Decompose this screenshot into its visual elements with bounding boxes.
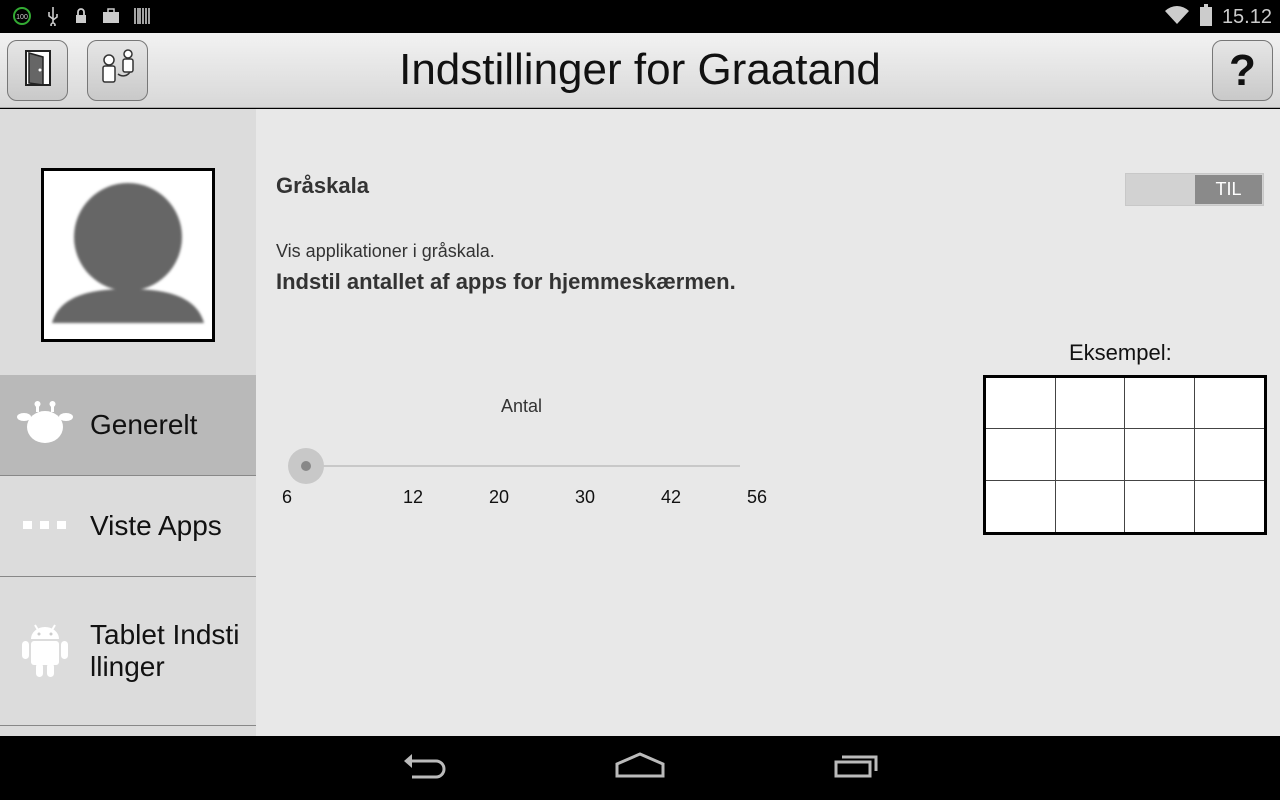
slider-label: Antal [501, 396, 543, 416]
switch-user-icon [98, 48, 138, 93]
example-cell [1125, 429, 1195, 481]
status-bar: 100 15.12 [0, 0, 1280, 33]
grayscale-title: Gråskala [276, 173, 369, 198]
example-cell [1195, 481, 1265, 532]
sidebar-item-tablet-indstillinger[interactable]: Tablet Indstillinger [0, 577, 256, 726]
android-icon [19, 619, 71, 684]
sidebar-item-label: Tablet Indstillinger [90, 619, 240, 682]
svg-text:100: 100 [16, 14, 28, 21]
briefcase-icon [102, 6, 120, 26]
page-title: Indstillinger for Graatand [399, 45, 881, 94]
example-grid [983, 375, 1267, 535]
sidebar: Generelt Viste Apps Tablet Indstillinger [0, 109, 256, 736]
exit-button[interactable] [7, 40, 68, 101]
wifi-icon [1164, 5, 1190, 30]
status-time: 15.12 [1221, 6, 1272, 28]
example-cell [986, 480, 1056, 532]
grayscale-toggle[interactable]: TIL [1125, 173, 1264, 206]
grayscale-description: Vis applikationer i gråskala. [276, 241, 495, 261]
tick-label: 20 [488, 487, 510, 507]
recent-apps-icon [832, 752, 880, 785]
help-button[interactable]: ? [1212, 40, 1273, 101]
tick-label: 42 [660, 487, 682, 507]
app-count-title: Indstil antallet af apps for hjemmeskærm… [276, 269, 736, 294]
sidebar-item-label: Generelt [90, 409, 198, 440]
back-button[interactable] [398, 750, 450, 786]
example-cell [1194, 378, 1264, 430]
home-icon [614, 751, 666, 785]
sidebar-item-generelt[interactable]: Generelt [0, 375, 256, 476]
giraffe-icon [16, 400, 74, 450]
settings-panel: Gråskala TIL Vis applikationer i gråskal… [256, 109, 1280, 736]
example-cell [986, 378, 1056, 430]
example-cell [1056, 480, 1125, 532]
usb-icon [46, 6, 60, 26]
slider-ticks: 6 12 20 30 42 56 [276, 487, 776, 511]
home-button[interactable] [612, 750, 668, 786]
lock-icon [74, 6, 88, 26]
example-cell [1125, 378, 1195, 430]
battery-icon [1199, 4, 1212, 31]
tick-label: 6 [281, 487, 292, 507]
tick-label: 12 [402, 487, 424, 507]
back-icon [400, 752, 448, 785]
example-cell [1125, 480, 1195, 532]
tick-label: 56 [746, 487, 768, 507]
example-cell [1055, 429, 1125, 481]
example-label: Eksempel: [1069, 340, 1172, 365]
dots-icon [23, 517, 67, 535]
app-count-slider[interactable] [286, 448, 742, 486]
example-cell [986, 429, 1056, 481]
door-icon [23, 49, 53, 92]
example-cell [1055, 378, 1125, 430]
slider-thumb[interactable] [301, 461, 311, 471]
sidebar-item-viste-apps[interactable]: Viste Apps [0, 476, 256, 577]
recent-apps-button[interactable] [830, 750, 882, 786]
battery-100-icon: 100 [12, 6, 32, 26]
navigation-bar [0, 736, 1280, 800]
barcode-icon [134, 6, 150, 26]
tick-label: 30 [574, 487, 596, 507]
app-header: Indstillinger for Graatand ? [0, 33, 1280, 108]
slider-track[interactable] [306, 465, 740, 467]
toggle-label: TIL [1195, 175, 1262, 204]
switch-user-button[interactable] [87, 40, 148, 101]
sidebar-item-label: Viste Apps [90, 510, 222, 541]
avatar[interactable] [41, 168, 215, 342]
example-cell [1194, 429, 1264, 481]
